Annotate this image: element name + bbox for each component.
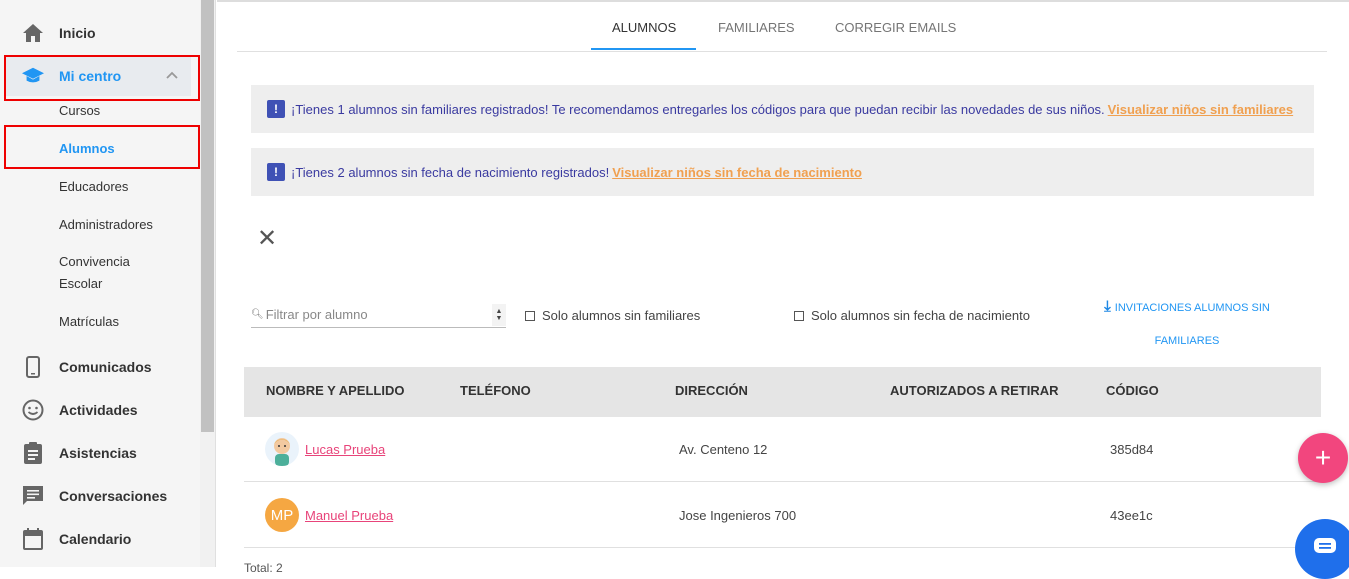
search-placeholder: Filtrar por alumno	[265, 307, 368, 322]
alert-text: ¡Tienes 1 alumnos sin familiares registr…	[291, 101, 1105, 117]
sidebar-item-label: Calendario	[59, 531, 132, 547]
student-name-link[interactable]: Lucas Prueba	[305, 442, 385, 457]
checkbox-label: Solo alumnos sin familiares	[542, 308, 701, 323]
highlight-box	[4, 55, 200, 101]
cell-direccion: Av. Centeno 12	[679, 442, 768, 457]
sub-item-escolar[interactable]: Escolar	[59, 276, 102, 291]
cell-codigo: 43ee1c	[1110, 508, 1153, 523]
alert-link-sin-fecha[interactable]: Visualizar niños sin fecha de nacimiento	[612, 165, 862, 180]
spinner-icon[interactable]: ▲ ▼	[492, 304, 506, 326]
alert-icon: !	[267, 163, 285, 181]
sidebar-item-comunicados[interactable]: Comunicados	[0, 347, 200, 387]
checkbox-box[interactable]	[525, 310, 535, 321]
alert-sin-familiares: ! ¡Tienes 1 alumnos sin familiares regis…	[251, 85, 1314, 133]
sidebar-item-label: Comunicados	[59, 359, 152, 375]
close-icon[interactable]: ✕	[257, 227, 277, 251]
sidebar-item-label: Actividades	[59, 402, 138, 418]
col-autorizados[interactable]: AUTORIZADOS A RETIRAR	[890, 383, 1059, 398]
checkbox-sin-fecha[interactable]: Solo alumnos sin fecha de nacimiento	[794, 308, 1030, 323]
col-telefono[interactable]: TELÉFONO	[460, 383, 531, 398]
search-input[interactable]: 🔍︎ Filtrar por alumno ▲ ▼	[251, 302, 506, 328]
alert-sin-fecha: ! ¡Tienes 2 alumnos sin fecha de nacimie…	[251, 148, 1314, 196]
tab-alumnos[interactable]: ALUMNOS	[612, 20, 676, 35]
checkbox-box[interactable]	[794, 310, 804, 321]
sub-item-matriculas[interactable]: Matrículas	[59, 314, 119, 329]
cell-codigo: 385d84	[1110, 442, 1154, 457]
sub-item-administradores[interactable]: Administradores	[59, 217, 153, 232]
table-row[interactable]: Lucas Prueba Av. Centeno 12 385d84	[244, 417, 1321, 482]
tab-bar: ALUMNOS FAMILIARES CORREGIR EMAILS	[237, 2, 1327, 52]
sidebar-scrollbar[interactable]	[200, 0, 216, 567]
col-codigo[interactable]: CÓDIGO	[1106, 383, 1159, 398]
cell-direccion: Jose Ingenieros 700	[679, 508, 797, 523]
calendar-icon	[22, 528, 44, 550]
col-nombre[interactable]: NOMBRE Y APELLIDO	[266, 383, 404, 398]
table-total: Total: 2	[244, 561, 283, 575]
tab-corregir-emails[interactable]: CORREGIR EMAILS	[835, 20, 956, 35]
sub-item-educadores[interactable]: Educadores	[59, 179, 128, 194]
plus-icon: +	[1314, 442, 1332, 473]
sub-item-cursos[interactable]: Cursos	[59, 103, 100, 118]
student-name-link[interactable]: Manuel Prueba	[305, 508, 393, 523]
checkbox-label: Solo alumnos sin fecha de nacimiento	[811, 308, 1030, 323]
search-icon: 🔍︎	[251, 309, 264, 320]
alert-link-sin-familiares[interactable]: Visualizar niños sin familiares	[1108, 102, 1293, 117]
sidebar-item-label: Conversaciones	[59, 488, 168, 504]
phone-icon	[22, 356, 44, 378]
sidebar-item-label: Asistencias	[59, 445, 137, 461]
col-direccion[interactable]: DIRECCIÓN	[675, 383, 748, 398]
chat-icon	[22, 485, 44, 507]
add-button[interactable]: +	[1298, 433, 1348, 483]
clipboard-icon	[22, 442, 44, 464]
sidebar: Inicio Mi centro Cursos Alumnos Educador…	[0, 0, 200, 567]
chat-widget-button[interactable]	[1295, 519, 1349, 579]
download-icon: ⤓	[1104, 298, 1111, 315]
sidebar-item-conversaciones[interactable]: Conversaciones	[0, 476, 200, 516]
scrollbar-thumb[interactable]	[201, 0, 214, 432]
sub-item-convivencia[interactable]: Convivencia	[59, 254, 130, 269]
alert-icon: !	[267, 100, 285, 118]
invite-line2: FAMILIARES	[1154, 335, 1220, 347]
home-icon	[22, 22, 44, 44]
highlight-box	[4, 125, 200, 169]
smiley-icon	[22, 399, 44, 421]
avatar	[265, 432, 299, 466]
sidebar-item-label: Inicio	[59, 25, 96, 41]
tab-active-indicator	[591, 48, 696, 50]
sidebar-item-actividades[interactable]: Actividades	[0, 390, 200, 430]
sidebar-item-calendario[interactable]: Calendario	[0, 519, 200, 559]
invite-line1: INVITACIONES ALUMNOS SIN	[1114, 302, 1270, 314]
main-content: ALUMNOS FAMILIARES CORREGIR EMAILS ! ¡Ti…	[217, 0, 1349, 575]
chat-bubble-icon	[1313, 537, 1337, 562]
invitaciones-button[interactable]: ⤓ INVITACIONES ALUMNOS SIN FAMILIARES	[1097, 290, 1277, 358]
checkbox-sin-familiares[interactable]: Solo alumnos sin familiares	[525, 308, 700, 323]
table-header: NOMBRE Y APELLIDO TELÉFONO DIRECCIÓN AUT…	[244, 367, 1321, 417]
alert-text: ¡Tienes 2 alumnos sin fecha de nacimient…	[291, 164, 610, 180]
tab-familiares[interactable]: FAMILIARES	[718, 20, 795, 35]
sidebar-item-asistencias[interactable]: Asistencias	[0, 433, 200, 473]
avatar: MP	[265, 498, 299, 532]
sidebar-item-inicio[interactable]: Inicio	[0, 13, 200, 53]
table-row[interactable]: MP Manuel Prueba Jose Ingenieros 700 43e…	[244, 483, 1321, 548]
